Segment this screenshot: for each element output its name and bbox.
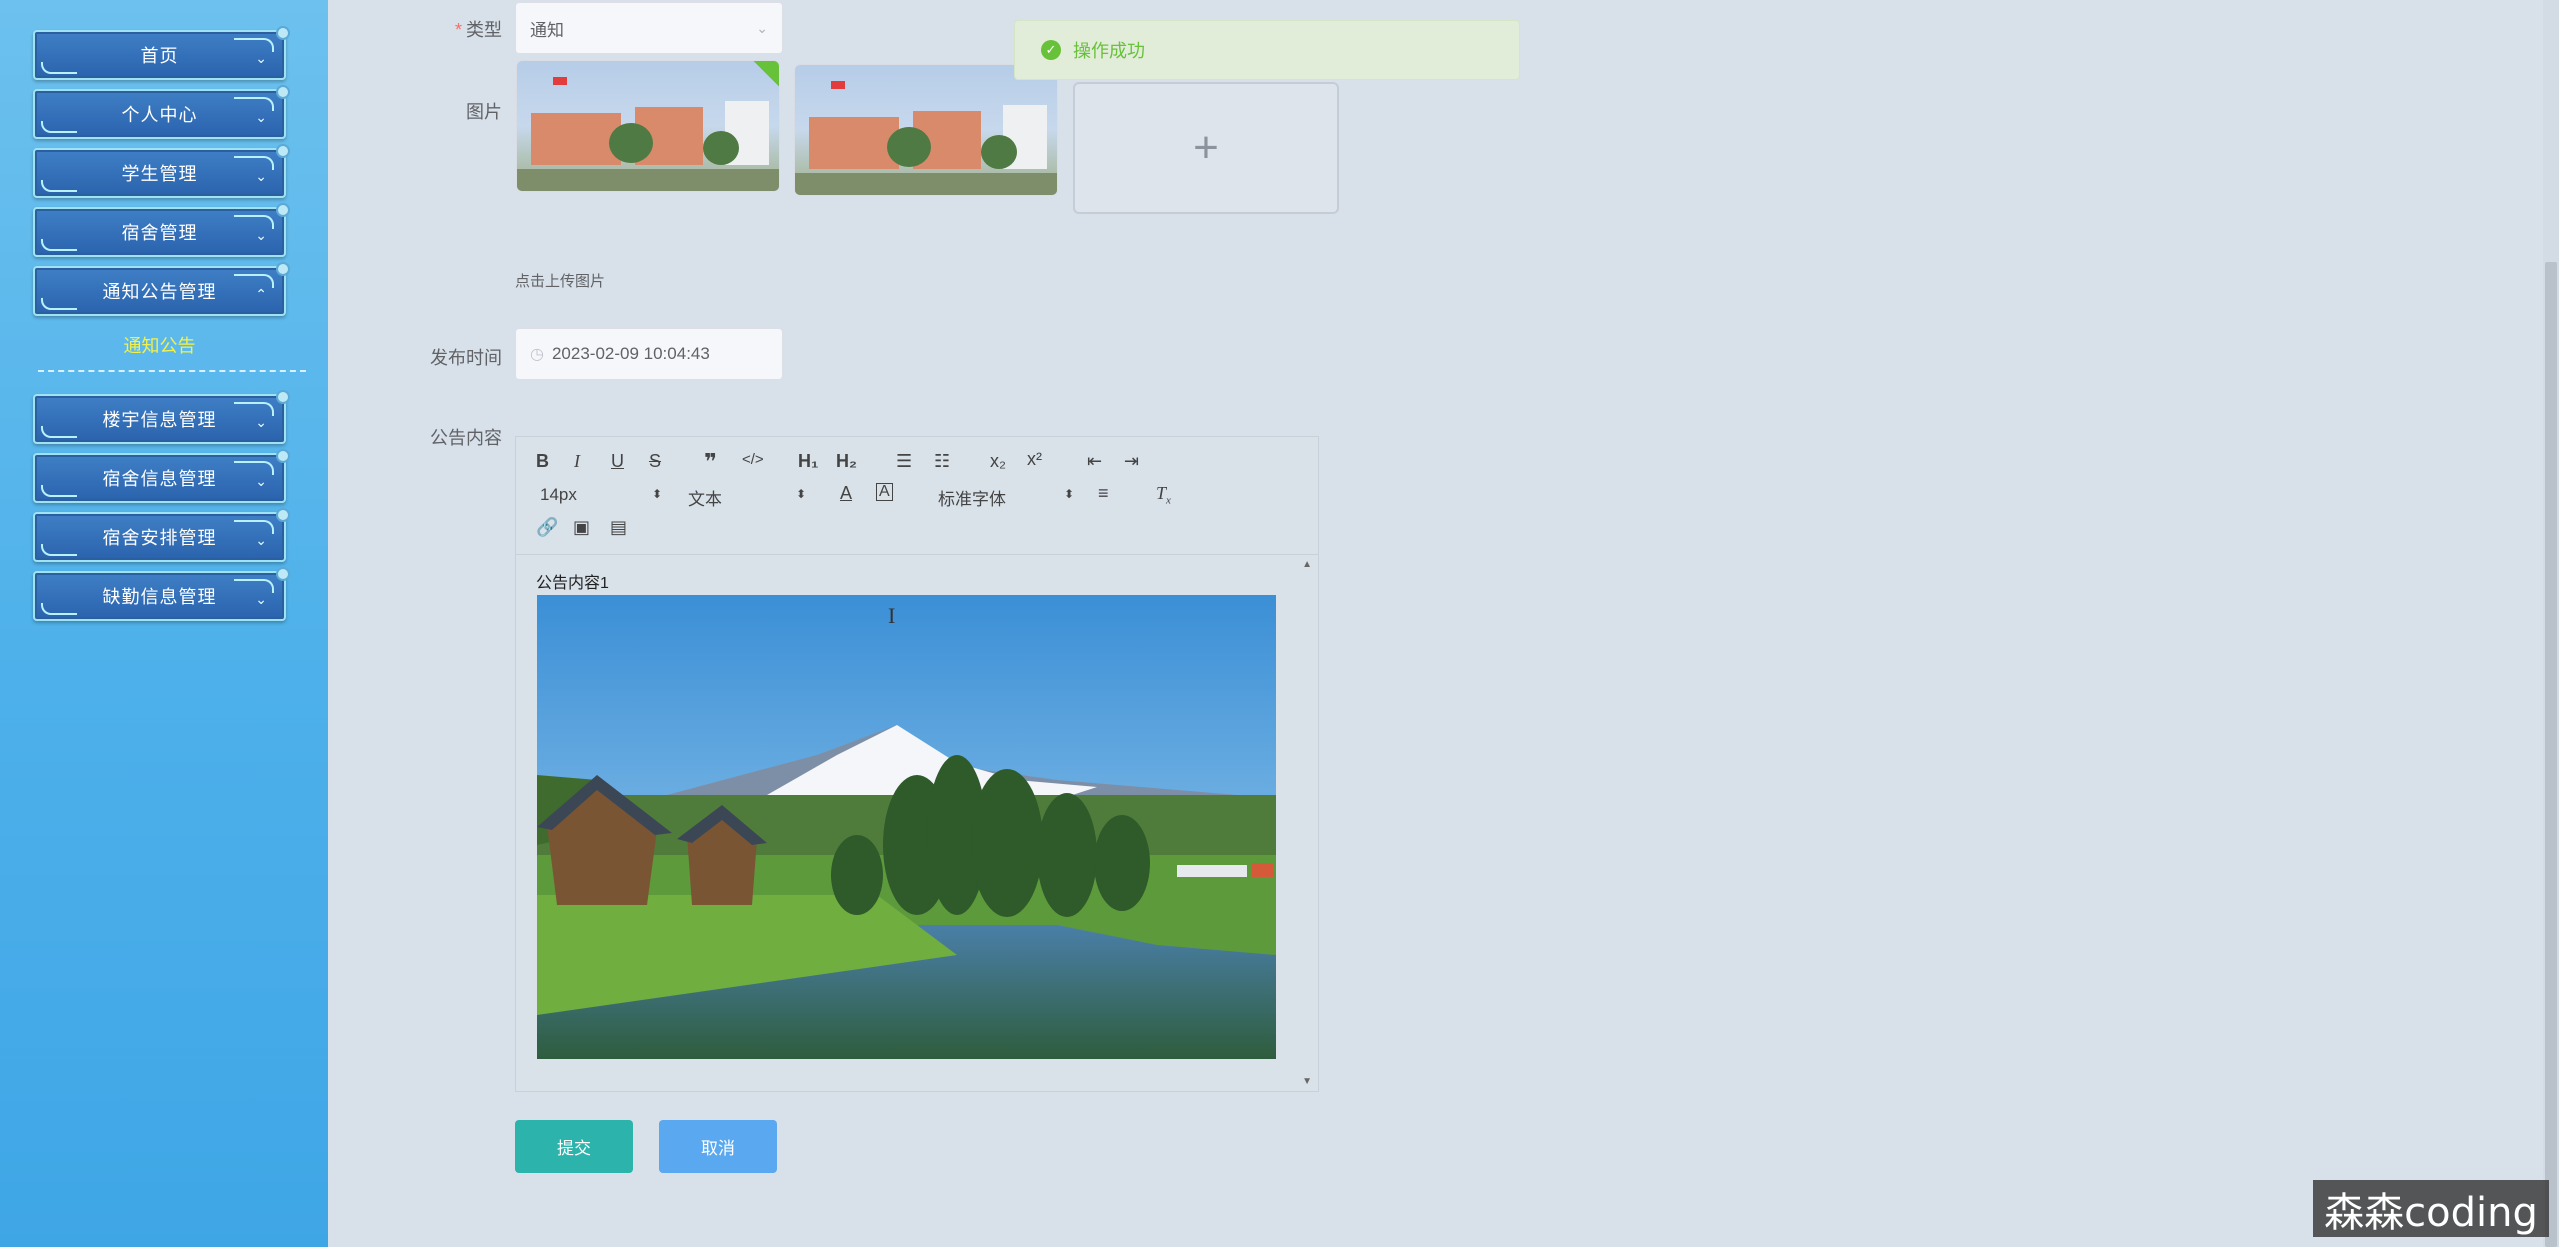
- strikethrough-icon[interactable]: S: [649, 451, 661, 472]
- scroll-up-icon[interactable]: ▲: [1302, 559, 1312, 570]
- menu-item-label: 首页: [140, 46, 179, 66]
- editor-content-area[interactable]: 公告内容1 I ▲ ▼: [516, 555, 1318, 1091]
- upload-image-button[interactable]: +: [1073, 82, 1339, 214]
- updown-icon: ⬍: [1064, 487, 1075, 501]
- background-color-icon[interactable]: A: [876, 483, 893, 501]
- content-label: 公告内容: [430, 428, 502, 448]
- required-mark: *: [454, 20, 462, 40]
- font-size-select[interactable]: 14px ⬍: [540, 485, 663, 505]
- italic-icon[interactable]: I: [574, 451, 580, 472]
- menu-item-notices[interactable]: ⌃ 通知公告管理: [33, 262, 290, 316]
- link-icon[interactable]: 🔗: [536, 517, 558, 538]
- check-circle-icon: ✓: [1041, 40, 1061, 60]
- upload-hint: 点击上传图片: [515, 273, 606, 290]
- type-select[interactable]: 通知 ⌄: [515, 2, 783, 54]
- bullet-list-icon[interactable]: ☷: [934, 451, 950, 472]
- menu-item-label: 宿舍信息管理: [102, 469, 217, 489]
- rich-text-editor[interactable]: B I U S ❞ </> H₁ H₂ ☰ ☷ x₂ x² ⇤ ⇥ 14px ⬍…: [515, 436, 1319, 1092]
- text-cursor-icon: I: [888, 603, 896, 628]
- clear-format-icon[interactable]: Tx: [1156, 483, 1171, 507]
- publish-time-picker[interactable]: ◷ 2023-02-09 10:04:43: [515, 328, 783, 380]
- cancel-button[interactable]: 取消: [659, 1120, 777, 1173]
- menu-item-label: 宿舍管理: [121, 223, 198, 243]
- page-scrollbar[interactable]: [2543, 0, 2559, 1247]
- menu-item-students[interactable]: ⌄ 学生管理: [33, 144, 290, 198]
- heading1-icon[interactable]: H₁: [798, 451, 818, 472]
- menu-item-profile[interactable]: ⌄ 个人中心: [33, 85, 290, 139]
- image-icon[interactable]: ▣: [573, 517, 590, 538]
- image-label: 图片: [466, 102, 502, 122]
- submit-button[interactable]: 提交: [515, 1120, 633, 1173]
- chevron-down-icon: ⌄: [255, 473, 268, 489]
- ordered-list-icon[interactable]: ☰: [896, 451, 912, 472]
- success-toast: ✓ 操作成功: [1014, 20, 1520, 80]
- chevron-down-icon: ⌄: [756, 19, 768, 36]
- chevron-down-icon: ⌄: [255, 532, 268, 548]
- publish-time-value: 2023-02-09 10:04:43: [551, 344, 710, 363]
- content-image[interactable]: [537, 595, 1276, 1059]
- menu-item-dorm-arrange[interactable]: ⌄ 宿舍安排管理: [33, 508, 290, 562]
- menu-item-label: 个人中心: [121, 105, 198, 125]
- type-select-value: 通知: [530, 20, 564, 40]
- align-left-icon[interactable]: ≡: [1098, 483, 1109, 504]
- indent-icon[interactable]: ⇥: [1124, 451, 1139, 472]
- menu-item-label: 缺勤信息管理: [102, 587, 217, 607]
- chevron-down-icon: ⌄: [255, 227, 268, 243]
- menu-item-dorm-info[interactable]: ⌄ 宿舍信息管理: [33, 449, 290, 503]
- editor-toolbar: B I U S ❞ </> H₁ H₂ ☰ ☷ x₂ x² ⇤ ⇥ 14px ⬍…: [516, 437, 1318, 555]
- video-icon[interactable]: ▤: [610, 517, 627, 538]
- type-label: * 类型: [454, 20, 502, 40]
- menu-item-absence[interactable]: ⌄ 缺勤信息管理: [33, 567, 290, 621]
- sidebar: ⌄ 首页 ⌄ 个人中心 ⌄ 学生管理 ⌄ 宿舍管理 ⌃ 通知公告管理 通知公告 …: [0, 0, 328, 1247]
- content-text: 公告内容1: [536, 575, 609, 592]
- block-format-select[interactable]: 文本 ⬍: [688, 485, 808, 510]
- chevron-up-icon: ⌃: [255, 286, 268, 302]
- menu-item-label: 通知公告管理: [102, 282, 217, 302]
- scroll-down-icon[interactable]: ▼: [1302, 1076, 1312, 1087]
- underline-icon[interactable]: U: [611, 451, 624, 472]
- chevron-down-icon: ⌄: [255, 168, 268, 184]
- chevron-down-icon: ⌄: [255, 414, 268, 430]
- landscape-image: [537, 595, 1276, 1059]
- uploaded-image-2[interactable]: [794, 64, 1058, 196]
- scrollbar-thumb[interactable]: [2545, 262, 2557, 1247]
- menu-item-buildings[interactable]: ⌄ 楼宇信息管理: [33, 390, 290, 444]
- plus-icon: +: [1193, 123, 1219, 172]
- menu-item-label: 宿舍安排管理: [102, 528, 217, 548]
- chevron-down-icon: ⌄: [255, 591, 268, 607]
- watermark: 森森coding: [2313, 1180, 2549, 1237]
- publish-time-label: 发布时间: [430, 348, 502, 368]
- menu-item-label: 学生管理: [121, 164, 198, 184]
- toast-message: 操作成功: [1073, 41, 1145, 61]
- menu-item-label: 楼宇信息管理: [102, 410, 217, 430]
- outdent-icon[interactable]: ⇤: [1087, 451, 1102, 472]
- chevron-down-icon: ⌄: [255, 50, 268, 66]
- subscript-icon[interactable]: x₂: [990, 451, 1006, 472]
- submenu-item-notice[interactable]: 通知公告: [33, 332, 286, 358]
- clock-icon: ◷: [530, 346, 544, 363]
- menu-item-home[interactable]: ⌄ 首页: [33, 26, 290, 80]
- menu-item-dorms[interactable]: ⌄ 宿舍管理: [33, 203, 290, 257]
- superscript-icon[interactable]: x²: [1027, 449, 1042, 470]
- code-icon[interactable]: </>: [742, 451, 764, 468]
- font-color-icon[interactable]: A: [840, 483, 852, 504]
- heading2-icon[interactable]: H₂: [836, 451, 857, 472]
- uploaded-image-1[interactable]: [516, 60, 780, 192]
- divider: [38, 370, 306, 372]
- updown-icon: ⬍: [796, 487, 807, 501]
- updown-icon: ⬍: [652, 487, 663, 501]
- chevron-down-icon: ⌄: [255, 109, 268, 125]
- blockquote-icon[interactable]: ❞: [704, 449, 717, 475]
- font-family-select[interactable]: 标准字体 ⬍: [938, 485, 1074, 510]
- bold-icon[interactable]: B: [536, 451, 549, 472]
